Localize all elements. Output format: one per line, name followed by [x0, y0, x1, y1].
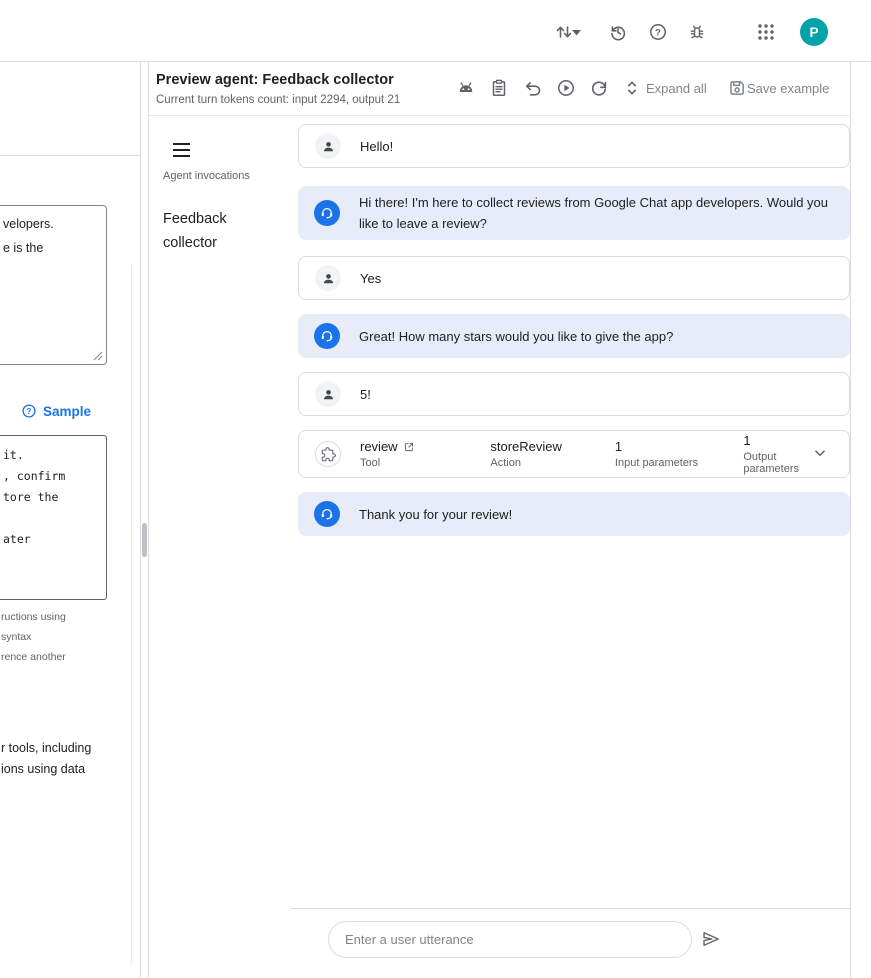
- screen: ? P: [0, 0, 871, 978]
- agent-avatar-icon: [314, 200, 340, 226]
- resize-handle-icon[interactable]: [93, 351, 103, 361]
- code-line: [3, 508, 106, 529]
- expand-tool-details-button[interactable]: [809, 443, 831, 465]
- help-outline-icon: ?: [21, 403, 37, 419]
- expand-all-icon-button[interactable]: [622, 78, 642, 98]
- instructions-code-block: it. , confirm tore the ater: [0, 435, 107, 600]
- token-count-subtitle: Current turn tokens count: input 2294, o…: [156, 94, 400, 106]
- bug-report-icon: [687, 22, 707, 42]
- code-line: it.: [3, 445, 106, 466]
- sample-link[interactable]: ? Sample: [21, 403, 91, 419]
- chevron-down-icon: [811, 444, 829, 462]
- code-line: tore the: [3, 487, 106, 508]
- composer-divider: [290, 908, 851, 909]
- expand-all-button[interactable]: Expand all: [646, 81, 707, 96]
- open-in-new-icon[interactable]: [403, 441, 415, 453]
- chat-message-agent: Hi there! I'm here to collect reviews fr…: [298, 186, 850, 240]
- sort-button[interactable]: [547, 22, 581, 42]
- undo-button[interactable]: [523, 78, 543, 98]
- code-line: , confirm: [3, 466, 106, 487]
- input-count: 1: [615, 439, 622, 454]
- tools-description-text: r tools, including ions using data: [1, 738, 91, 779]
- bug-report-button[interactable]: [687, 22, 707, 42]
- help-button[interactable]: ?: [648, 22, 668, 42]
- copy-transcript-button[interactable]: [489, 78, 509, 98]
- preview-header-divider: [149, 115, 851, 116]
- preview-panel-left-border: [148, 62, 149, 978]
- utterance-input[interactable]: [328, 921, 692, 958]
- refresh-button[interactable]: [589, 78, 609, 98]
- tool-puzzle-icon: [315, 441, 341, 467]
- apps-grid-icon: [756, 22, 776, 42]
- tool-column: review Tool: [360, 439, 471, 469]
- svg-text:?: ?: [27, 407, 32, 416]
- tool-type-label: Tool: [360, 457, 471, 469]
- goal-text: velopers. e is the: [3, 212, 54, 260]
- tool-invocation-row[interactable]: review Tool storeReview Action 1 Input p…: [298, 430, 850, 478]
- user-avatar-icon: [315, 381, 341, 407]
- history-icon: [608, 22, 628, 42]
- preview-title: Preview agent: Feedback collector: [156, 72, 394, 88]
- nav-item-agent[interactable]: Feedback collector: [163, 207, 255, 255]
- message-text: Hi there! I'm here to collect reviews fr…: [359, 192, 831, 234]
- action-column: storeReview Action: [490, 439, 596, 469]
- menu-button[interactable]: [171, 142, 191, 160]
- preview-panel-right-border: [850, 62, 851, 978]
- input-params-label: Input parameters: [615, 457, 724, 469]
- left-panel-header-divider: [0, 155, 140, 156]
- svg-text:?: ?: [655, 27, 661, 38]
- chat-message-user: 5!: [298, 372, 850, 416]
- android-robot-icon: [456, 78, 476, 98]
- refresh-icon: [589, 78, 609, 98]
- replay-button[interactable]: [556, 78, 576, 98]
- message-text: Thank you for your review!: [359, 504, 512, 525]
- action-type-label: Action: [490, 457, 596, 469]
- send-icon: [699, 928, 723, 950]
- instructions-hint-text: ructions using syntax rence another: [1, 607, 66, 667]
- message-text: Hello!: [360, 136, 393, 157]
- agent-avatar-icon: [314, 323, 340, 349]
- user-avatar-icon: [315, 265, 341, 291]
- save-example-icon-button[interactable]: [727, 78, 747, 98]
- left-panel-scrollbar-thumb[interactable]: [142, 523, 147, 557]
- chat-message-user: Hello!: [298, 124, 850, 168]
- save-icon: [727, 78, 747, 98]
- topbar: ? P: [0, 0, 871, 62]
- chat-message-agent: Great! How many stars would you like to …: [298, 314, 850, 358]
- output-count: 1: [743, 433, 750, 448]
- sample-link-label: Sample: [43, 404, 91, 419]
- send-button[interactable]: [698, 928, 724, 952]
- hamburger-icon: [172, 142, 191, 158]
- input-params-column: 1 Input parameters: [615, 439, 724, 469]
- undo-icon: [523, 78, 543, 98]
- save-example-button[interactable]: Save example: [747, 81, 829, 96]
- goal-textarea[interactable]: velopers. e is the: [0, 205, 107, 365]
- swap-vertical-icon: [554, 22, 574, 42]
- message-text: Yes: [360, 268, 381, 289]
- code-line: ater: [3, 529, 106, 550]
- account-avatar[interactable]: P: [800, 18, 828, 46]
- android-preview-button[interactable]: [456, 78, 476, 98]
- history-button[interactable]: [608, 22, 628, 42]
- left-panel-divider: [140, 62, 141, 978]
- agent-invocations-label: Agent invocations: [163, 170, 250, 182]
- help-icon: ?: [648, 22, 668, 42]
- chat-message-user: Yes: [298, 256, 850, 300]
- message-text: Great! How many stars would you like to …: [359, 326, 673, 347]
- dropdown-caret-icon: [572, 30, 581, 36]
- agent-settings-panel: velopers. e is the ? Sample it. , confir…: [0, 62, 140, 978]
- tool-name: review: [360, 439, 398, 454]
- agent-avatar-icon: [314, 501, 340, 527]
- clipboard-icon: [489, 78, 509, 98]
- action-name: storeReview: [490, 439, 562, 454]
- unfold-more-icon: [622, 78, 642, 98]
- apps-grid-button[interactable]: [756, 22, 776, 42]
- play-circle-icon: [556, 78, 576, 98]
- message-text: 5!: [360, 384, 371, 405]
- user-avatar-icon: [315, 133, 341, 159]
- left-panel-scroll-track: [131, 265, 132, 965]
- chat-message-agent: Thank you for your review!: [298, 492, 850, 536]
